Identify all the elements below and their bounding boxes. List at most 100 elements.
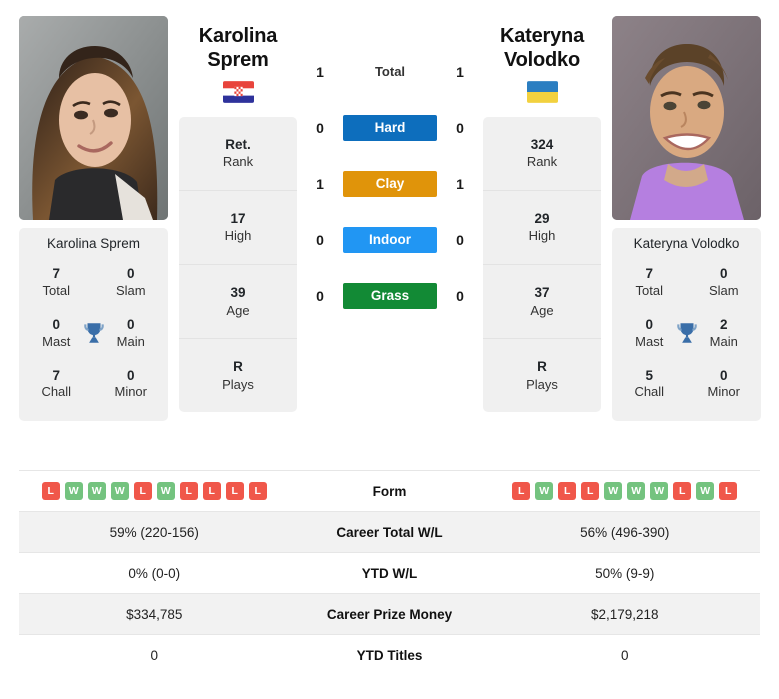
indoor-label[interactable]: Indoor [343,227,437,253]
form-badge-loss[interactable]: L [719,482,738,500]
value: 17 [230,210,246,226]
surface-row-clay: 1 Clay 1 [297,170,483,198]
right-player-info: Kateryna Volodko 324 Rank 29 High 37 Age… [483,0,601,413]
value: 7 [645,266,653,281]
form-badge-loss[interactable]: L [512,482,531,500]
form-badge-win[interactable]: W [64,482,83,500]
table-row-ytd-wl: 0% (0-0) YTD W/L 50% (9-9) [19,552,760,593]
grass-right-count: 0 [456,288,464,304]
left-player-photo[interactable] [19,16,168,220]
left-player-name[interactable]: Karolina Sprem [179,24,297,73]
form-badge-loss[interactable]: L [558,482,577,500]
form-badge-loss[interactable]: L [581,482,600,500]
right-form-cell: LWLLWWWLWL [490,482,761,500]
right-titles-grid: 7 Total 0 Slam 0 Mast 2 Main 5 Chall 0 M… [612,257,761,409]
right-player-name[interactable]: Kateryna Volodko [483,24,601,73]
row-label-ytd-titles: YTD Titles [356,647,423,663]
label: Minor [707,384,740,400]
value: Ret. [225,136,251,152]
surface-row-grass: 0 Grass 0 [297,282,483,310]
right-prize-money: $2,179,218 [590,606,659,622]
right-rank-card: 324 Rank 29 High 37 Age R Plays [483,116,601,413]
form-badge-win[interactable]: W [696,482,715,500]
right-plays: R Plays [483,339,601,412]
value: R [537,359,547,375]
form-badge-loss[interactable]: L [179,482,198,500]
clay-label[interactable]: Clay [343,171,437,197]
form-badge-loss[interactable]: L [248,482,267,500]
label: Slam [708,282,739,298]
left-titles-player-name: Karolina Sprem [46,236,141,251]
label: Rank [526,154,558,170]
hard-right-count: 0 [456,120,464,136]
left-career-wl: 59% (220-156) [109,524,199,540]
right-title-total: 7 Total [612,257,687,308]
value: 39 [230,284,246,300]
right-form-badges: LWLLWWWLWL [490,482,761,500]
form-badge-loss[interactable]: L [133,482,152,500]
form-badge-loss[interactable]: L [673,482,692,500]
total-label: Total [374,64,406,79]
label: Total [635,282,663,298]
left-ytd-titles: 0 [150,647,158,663]
grass-left-count: 0 [316,288,324,304]
value: 5 [645,367,653,383]
left-name-line2: Sprem [207,49,269,72]
label: Age [226,302,250,318]
surface-row-total: 1 Total 1 [297,58,483,86]
right-age: 37 Age [483,265,601,340]
trophy-icon [674,320,700,346]
right-high: 29 High [483,191,601,265]
left-plays: R Plays [179,339,297,412]
form-badge-win[interactable]: W [156,482,175,500]
stats-comparison-table: LWWWLWLLLL Form LWLLWWWLWL 59% (220-156)… [0,470,779,675]
total-left-count: 1 [316,64,324,80]
indoor-left-count: 0 [316,232,324,248]
right-name-line1: Kateryna [500,25,584,47]
left-title-total: 7 Total [19,257,94,308]
left-form-cell: LWWWLWLLLL [19,482,290,500]
form-badge-loss[interactable]: L [41,482,60,500]
right-title-minor: 0 Minor [687,359,762,410]
form-badge-win[interactable]: W [87,482,106,500]
left-rank-card: Ret. Rank 17 High 39 Age R Plays [179,116,297,413]
row-label-prize-money: Career Prize Money [326,606,453,622]
surface-breakdown: 1 Total 1 0 Hard 0 1 Clay 1 0 Indoor 0 0… [297,0,483,310]
label: Plays [222,376,254,392]
right-ytd-wl: 50% (9-9) [595,565,655,581]
right-ytd-titles: 0 [620,647,629,663]
row-label-career-wl: Career Total W/L [336,524,443,540]
surface-row-indoor: 0 Indoor 0 [297,226,483,254]
left-player-info: Karolina Sprem Ret. Rank 17 High 39 Age … [179,0,297,413]
form-badge-loss[interactable]: L [202,482,221,500]
label: High [528,228,556,244]
trophy-icon [81,320,107,346]
value: 7 [52,266,60,281]
table-row-prize-money: $334,785 Career Prize Money $2,179,218 [19,593,760,634]
form-badge-win[interactable]: W [650,482,669,500]
form-badge-loss[interactable]: L [225,482,244,500]
croatia-flag-icon [222,80,254,103]
value: 37 [534,284,550,300]
right-player-photo[interactable] [612,16,761,220]
form-badge-win[interactable]: W [535,482,554,500]
label: Plays [526,376,558,392]
left-title-chall: 7 Chall [19,359,94,410]
left-title-slam: 0 Slam [94,257,169,308]
value: 29 [534,210,550,226]
right-titles-card: Kateryna Volodko 7 Total 0 Slam 0 Mast 2… [612,228,761,422]
label: Slam [115,282,146,298]
form-badge-win[interactable]: W [627,482,646,500]
hard-label[interactable]: Hard [343,115,437,141]
left-ytd-wl: 0% (0-0) [128,565,181,581]
value: 0 [126,266,135,281]
value: 324 [530,136,554,152]
label: Chall [634,384,665,400]
left-title-minor: 0 Minor [94,359,169,410]
right-name-line2: Volodko [503,49,580,72]
right-rank: 324 Rank [483,117,601,191]
grass-label[interactable]: Grass [343,283,437,309]
right-flag-wrap [483,80,601,103]
form-badge-win[interactable]: W [110,482,129,500]
form-badge-win[interactable]: W [604,482,623,500]
